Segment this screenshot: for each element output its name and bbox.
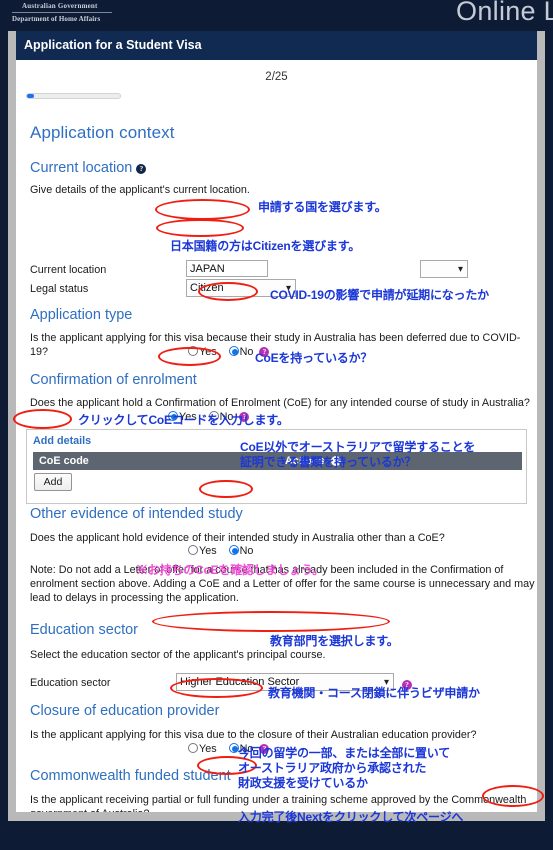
column-header-coe-code: CoE code [39,455,89,467]
annotation-commonwealth-line-3: 財政支援を受けているか [238,776,368,790]
radio-label-no: No [239,346,254,358]
page-title: Application context [30,123,175,142]
annotation-education-sector-note: ※お持ちのCoEを確認しましょう。 [136,563,324,577]
section-heading-current-location-text: Current location [30,160,133,176]
annotation-coe-held: CoEを持っているか？ [255,351,373,365]
question-mark-icon[interactable]: ? [136,164,147,174]
progress-bar-fill [27,94,35,98]
annotation-other-evidence-line-2: 証明できる書類を持っているか？ [240,455,417,469]
current-location-input[interactable] [186,260,268,277]
bottom-banner [0,821,553,850]
closure-of-provider-question: Is the applicant applying for this visa … [30,729,477,741]
annotation-covid-deferral: COVID-19の影響で申請が延期になったか [270,288,489,302]
current-location-description: Give details of the applicant's current … [30,184,250,196]
section-heading-commonwealth-funded: Commonwealth funded student [30,768,231,784]
label-legal-status: Legal status [30,283,89,295]
annotation-add-coe: クリックしてCoEコードを入力します。 [78,413,289,427]
crest-divider [12,12,112,13]
form-titlebar: Application for a Student Visa [16,31,537,60]
radio-closure-yes[interactable] [188,743,198,753]
annotation-legal-status: 日本国籍の方はCitizenを選びます。 [170,239,361,253]
radio-label-yes: Yes [199,743,217,755]
progress-bar [26,93,121,99]
annotation-current-location: 申請する国を選びます。 [258,200,387,214]
page-indicator: 2/25 [265,71,288,83]
portal-title: Online L [456,0,553,26]
other-evidence-question: Does the applicant hold evidence of thei… [30,532,445,544]
crest-line-department: Department of Home Affairs [12,15,101,23]
annotation-education-sector-select: 教育部門を選択します。 [270,634,399,648]
form-title: Application for a Student Visa [24,38,202,52]
current-location-extra-select[interactable] [420,260,468,278]
annotation-next-button: 入力完了後Nextをクリックして次ページへ [238,810,464,824]
annotation-commonwealth-line-1: 今回の留学の一部、または全部に置いて [238,746,451,760]
annotation-other-evidence-line-1: CoE以外でオーストラリアで留学することを [240,440,476,454]
radio-label-no: No [239,545,254,557]
government-banner: Australian Government Department of Home… [0,0,553,31]
other-evidence-note-line-2: enrolment section above. Adding a CoE an… [30,578,535,590]
radio-application-type-no[interactable] [228,346,239,356]
crest-line-australian-government: Australian Government [22,2,98,10]
commonwealth-funded-question-line-1: Is the applicant receiving partial or fu… [30,794,527,806]
section-heading-closure-of-provider: Closure of education provider [30,703,220,719]
radio-label-yes: Yes [199,346,217,358]
annotation-closure-of-provider: 教育機関・コース閉鎖に伴うビザ申請か [268,686,480,700]
other-evidence-radio-group[interactable]: Yes No [188,545,253,557]
add-coe-button[interactable]: Add [34,473,72,491]
radio-other-evidence-no[interactable] [228,545,239,555]
section-heading-other-evidence: Other evidence of intended study [30,506,243,522]
radio-application-type-yes[interactable] [188,346,198,356]
confirmation-of-enrolment-question: Does the applicant hold a Confirmation o… [30,397,530,409]
radio-other-evidence-yes[interactable] [188,545,198,555]
section-heading-application-type: Application type [30,307,133,323]
government-crest: Australian Government Department of Home… [12,1,112,24]
add-details-link[interactable]: Add details [33,435,91,447]
annotation-commonwealth-line-2: オーストラリア政府から承認された [238,761,427,775]
education-sector-description: Select the education sector of the appli… [30,649,326,661]
label-current-location: Current location [30,264,107,276]
radio-label-yes: Yes [199,545,217,557]
label-education-sector: Education sector [30,677,111,689]
section-heading-confirmation-of-enrolment: Confirmation of enrolment [30,372,197,388]
other-evidence-note-line-3: lead to delays in processing the applica… [30,592,239,604]
section-heading-current-location: Current location ? [30,160,147,176]
section-heading-education-sector: Education sector [30,622,139,638]
screenshot-root: Australian Government Department of Home… [0,0,553,850]
